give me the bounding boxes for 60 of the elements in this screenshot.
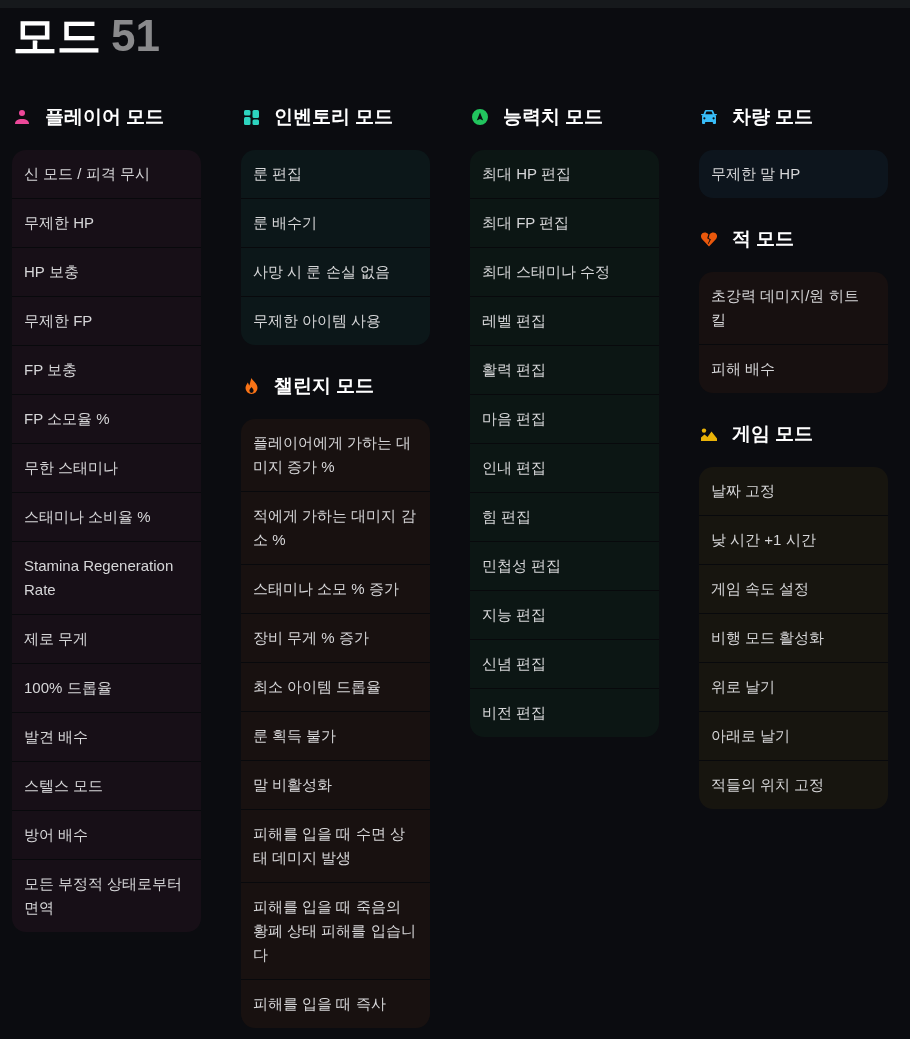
mod-item[interactable]: 피해 배수	[699, 345, 888, 393]
mod-item[interactable]: 말 비활성화	[241, 761, 430, 810]
mod-item[interactable]: 피해를 입을 때 즉사	[241, 980, 430, 1028]
mod-item[interactable]: 게임 속도 설정	[699, 565, 888, 614]
section-heading: 차량 모드	[732, 105, 814, 129]
section-heading: 게임 모드	[732, 422, 814, 446]
mod-item[interactable]: 인내 편집	[470, 444, 659, 493]
mod-count: 51	[111, 14, 160, 58]
mod-item[interactable]: 민첩성 편집	[470, 542, 659, 591]
mod-item[interactable]: FP 보충	[12, 346, 201, 395]
mod-item[interactable]: FP 소모율 %	[12, 395, 201, 444]
mod-item[interactable]: 발견 배수	[12, 713, 201, 762]
mod-item[interactable]: 날짜 고정	[699, 467, 888, 516]
mod-item[interactable]: 위로 날기	[699, 663, 888, 712]
mod-item[interactable]: 스텔스 모드	[12, 762, 201, 811]
mod-item[interactable]: 마음 편집	[470, 395, 659, 444]
mod-item[interactable]: 룬 배수기	[241, 199, 430, 248]
mod-item[interactable]: 룬 편집	[241, 150, 430, 199]
mod-item[interactable]: 무한 스태미나	[12, 444, 201, 493]
mod-item[interactable]: 적에게 가하는 대미지 감소 %	[241, 492, 430, 565]
mod-item[interactable]: 최대 HP 편집	[470, 150, 659, 199]
mod-item[interactable]: 룬 획득 불가	[241, 712, 430, 761]
mod-item[interactable]: 방어 배수	[12, 811, 201, 860]
section-heading: 인벤토리 모드	[274, 105, 394, 129]
section-heading: 적 모드	[732, 227, 795, 251]
mod-item[interactable]: 신념 편집	[470, 640, 659, 689]
mod-item[interactable]: 무제한 HP	[12, 199, 201, 248]
mod-item[interactable]: 무제한 아이템 사용	[241, 297, 430, 345]
mod-item[interactable]: 최대 스태미나 수정	[470, 248, 659, 297]
mod-item[interactable]: 적들의 위치 고정	[699, 761, 888, 809]
mod-item[interactable]: 사망 시 룬 손실 없음	[241, 248, 430, 297]
mod-item[interactable]: 최소 아이템 드롭율	[241, 663, 430, 712]
mod-item[interactable]: 장비 무게 % 증가	[241, 614, 430, 663]
mod-item[interactable]: 낮 시간 +1 시간	[699, 516, 888, 565]
mod-item[interactable]: 힘 편집	[470, 493, 659, 542]
mod-item[interactable]: HP 보충	[12, 248, 201, 297]
mod-item[interactable]: 레벨 편집	[470, 297, 659, 346]
mod-item[interactable]: 제로 무게	[12, 615, 201, 664]
section-heading: 플레이어 모드	[45, 105, 165, 129]
mod-item[interactable]: 스태미나 소비율 %	[12, 493, 201, 542]
mod-item[interactable]: 스태미나 소모 % 증가	[241, 565, 430, 614]
mod-item[interactable]: 아래로 날기	[699, 712, 888, 761]
mod-item[interactable]: 무제한 FP	[12, 297, 201, 346]
section-heading: 능력치 모드	[503, 105, 604, 129]
mod-item[interactable]: 피해를 입을 때 죽음의 황폐 상태 피해를 입습니다	[241, 883, 430, 980]
mod-item[interactable]: 피해를 입을 때 수면 상태 데미지 발생	[241, 810, 430, 883]
mod-item[interactable]: 비행 모드 활성화	[699, 614, 888, 663]
page-title: 모드	[13, 14, 101, 58]
mod-item[interactable]: 최대 FP 편집	[470, 199, 659, 248]
mod-item[interactable]: 초강력 데미지/원 히트 킬	[699, 272, 888, 345]
mod-item[interactable]: 비전 편집	[470, 689, 659, 737]
mod-item[interactable]: Stamina Regeneration Rate	[12, 542, 201, 615]
mod-item[interactable]: 플레이어에게 가하는 대미지 증가 %	[241, 419, 430, 492]
mod-item[interactable]: 신 모드 / 피격 무시	[12, 150, 201, 199]
mod-item[interactable]: 100% 드롭율	[12, 664, 201, 713]
section-heading: 챌린지 모드	[274, 374, 375, 398]
mod-item[interactable]: 무제한 말 HP	[699, 150, 888, 198]
mod-item[interactable]: 지능 편집	[470, 591, 659, 640]
mod-item[interactable]: 활력 편집	[470, 346, 659, 395]
mod-item[interactable]: 모든 부정적 상태로부터 면역	[12, 860, 201, 932]
